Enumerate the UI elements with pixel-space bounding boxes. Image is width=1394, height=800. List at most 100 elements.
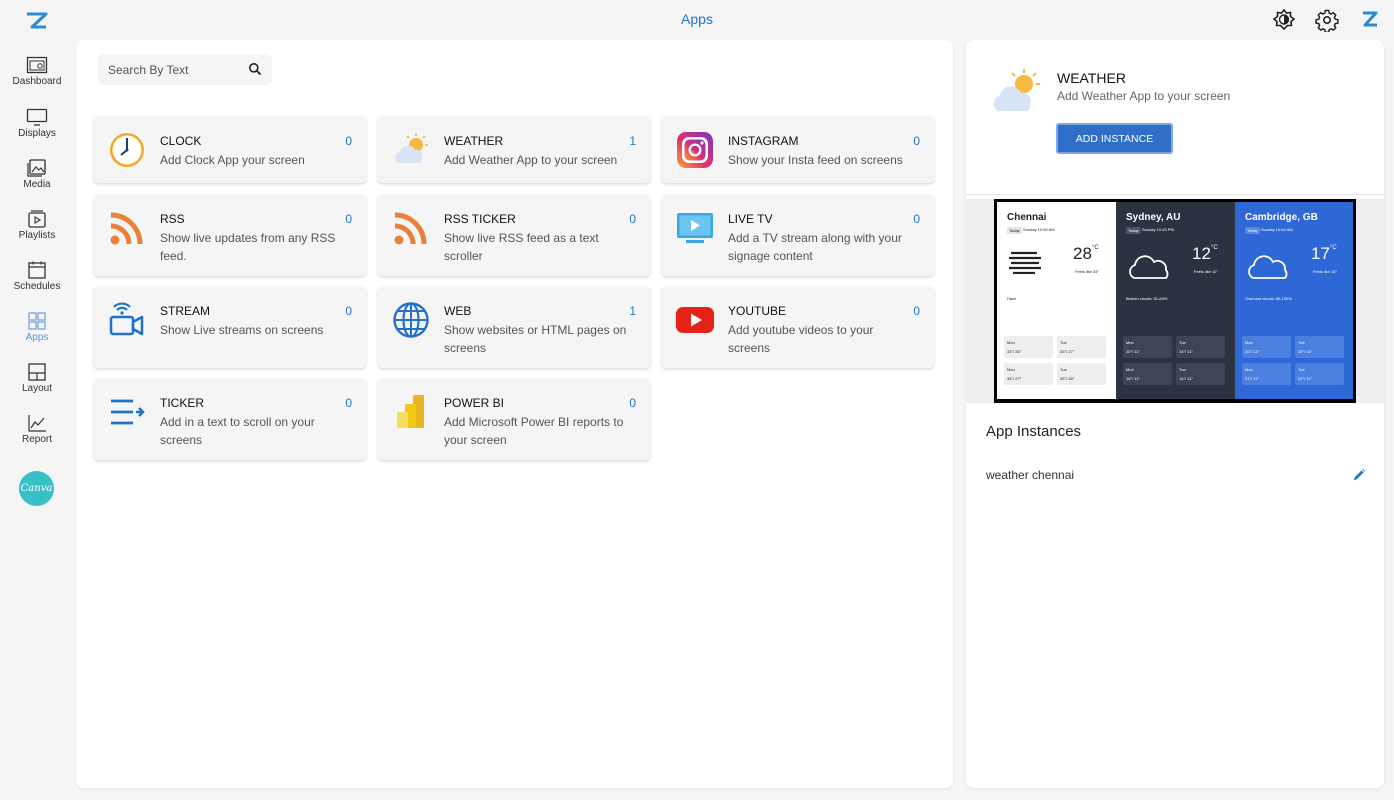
app-card-power-bi[interactable]: POWER BI Add Microsoft Power BI reports … bbox=[378, 379, 650, 460]
app-card-count: 0 bbox=[913, 134, 920, 148]
app-card-count: 0 bbox=[629, 396, 636, 410]
forecast-day: Mon bbox=[1007, 367, 1015, 372]
search-icon[interactable] bbox=[248, 62, 262, 76]
youtube-icon bbox=[676, 307, 714, 333]
forecast-day: Tue bbox=[1179, 340, 1186, 345]
app-card-count: 0 bbox=[345, 134, 352, 148]
app-card-title: RSS TICKER bbox=[444, 212, 516, 226]
clock-icon bbox=[110, 133, 144, 167]
app-card-weather[interactable]: WEATHER Add Weather App to your screen 1 bbox=[378, 117, 650, 183]
dashboard-icon bbox=[26, 56, 48, 74]
sidebar-item-report[interactable]: Report bbox=[0, 414, 74, 460]
sidebar-item-label: Media bbox=[23, 179, 51, 190]
app-card-youtube[interactable]: YOUTUBE Add youtube videos to your scree… bbox=[662, 287, 934, 368]
forecast-day: Tue bbox=[1298, 340, 1305, 345]
sidebar-item-label: Report bbox=[21, 434, 52, 445]
preview-today-chip: Today bbox=[1007, 227, 1022, 234]
weather-icon bbox=[395, 133, 428, 163]
forecast-cell: Tue 14°/ 11° bbox=[1176, 336, 1225, 358]
preview-condition: Broken clouds: 51-84% bbox=[1126, 296, 1168, 301]
app-card-desc: Show websites or HTML pages on screens bbox=[444, 323, 627, 355]
forecast-temp: 33°/ 26° bbox=[1007, 349, 1022, 354]
app-card-desc: Show Live streams on screens bbox=[160, 323, 324, 337]
app-card-count: 1 bbox=[629, 304, 636, 318]
preview-temp: 17°C bbox=[1311, 244, 1337, 264]
apps-panel: CLOCK Add Clock App your screen 0 WEATHE… bbox=[76, 40, 953, 788]
app-card-count: 0 bbox=[345, 304, 352, 318]
sidebar-item-dashboard[interactable]: Dashboard bbox=[0, 56, 74, 102]
preview-time: Sunday 10:50 AM bbox=[1023, 227, 1055, 232]
playlist-icon bbox=[28, 210, 46, 228]
preview-city-cambridge: Cambridge, GB Today Sunday 10:54 AM 17°C… bbox=[1235, 202, 1353, 399]
app-card-instagram[interactable]: INSTAGRAM Show your Insta feed on screen… bbox=[662, 117, 934, 183]
preview-city: Chennai bbox=[1007, 212, 1047, 223]
edit-pencil-icon[interactable] bbox=[1352, 468, 1366, 482]
preview-temp-value: 28 bbox=[1073, 244, 1092, 263]
preview-city-sydney: Sydney, AU Today Sunday 10:20 PM 12°C Fe… bbox=[1116, 202, 1235, 399]
preview-today-chip: Today bbox=[1245, 227, 1260, 234]
app-card-web[interactable]: WEB Show websites or HTML pages on scree… bbox=[378, 287, 650, 368]
app-card-ticker[interactable]: TICKER Add in a text to scroll on your s… bbox=[94, 379, 366, 460]
app-card-live-tv[interactable]: LIVE TV Add a TV stream along with your … bbox=[662, 195, 934, 276]
search-input[interactable] bbox=[108, 60, 238, 80]
preview-condition: Haze bbox=[1007, 296, 1017, 301]
app-card-clock[interactable]: CLOCK Add Clock App your screen 0 bbox=[94, 117, 366, 183]
preview-city: Cambridge, GB bbox=[1245, 212, 1318, 223]
sidebar-item-playlists[interactable]: Playlists bbox=[0, 210, 74, 256]
sidebar-item-media[interactable]: Media bbox=[0, 159, 74, 205]
preview-time: Sunday 10:20 PM bbox=[1142, 227, 1174, 232]
monitor-icon bbox=[26, 108, 48, 126]
preview-temp-unit: °C bbox=[1210, 245, 1218, 251]
add-instance-button[interactable]: ADD INSTANCE bbox=[1056, 123, 1173, 154]
preview-temp-unit: °C bbox=[1329, 245, 1337, 251]
app-card-rss[interactable]: RSS Show live updates from any RSS feed.… bbox=[94, 195, 366, 276]
forecast-temp: 33°/ 28° bbox=[1060, 376, 1075, 381]
sidebar-item-label: Displays bbox=[18, 128, 56, 139]
instance-item[interactable]: weather chennai bbox=[986, 468, 1074, 482]
stream-icon bbox=[109, 302, 144, 336]
preview-temp-unit: °C bbox=[1091, 245, 1099, 251]
rss-icon bbox=[110, 212, 143, 245]
instances-heading: App Instances bbox=[986, 423, 1082, 440]
layout-icon bbox=[28, 363, 46, 381]
page-title: Apps bbox=[681, 11, 713, 27]
theme-toggle-icon[interactable] bbox=[1272, 8, 1296, 32]
user-avatar-icon[interactable] bbox=[1358, 8, 1382, 32]
app-card-desc: Show live updates from any RSS feed. bbox=[160, 231, 336, 263]
sidebar-item-layout[interactable]: Layout bbox=[0, 363, 74, 409]
top-bar: Apps bbox=[0, 0, 1394, 40]
sidebar-item-apps[interactable]: Apps bbox=[0, 312, 74, 358]
app-card-count: 0 bbox=[913, 304, 920, 318]
preview-temp-value: 12 bbox=[1192, 244, 1211, 263]
forecast-cell: Mon 20°/ 11° bbox=[1123, 336, 1172, 358]
detail-desc: Add Weather App to your screen bbox=[1057, 89, 1231, 103]
preview-city-chennai: Chennai Today Sunday 10:50 AM 28°C Feels… bbox=[997, 202, 1116, 399]
app-card-title: YOUTUBE bbox=[728, 304, 787, 318]
weather-preview: Chennai Today Sunday 10:50 AM 28°C Feels… bbox=[966, 199, 1384, 403]
forecast-cell: Tue 21°/ 11° bbox=[1295, 363, 1344, 385]
app-card-title: LIVE TV bbox=[728, 212, 773, 226]
preview-temp: 12°C bbox=[1192, 244, 1218, 264]
forecast-day: Tue bbox=[1060, 367, 1067, 372]
forecast-temp: 20°/ 11° bbox=[1298, 349, 1313, 354]
forecast-cell: Tue 33°/ 27° bbox=[1057, 336, 1106, 358]
rss-ticker-icon bbox=[394, 212, 427, 245]
sidebar-item-schedules[interactable]: Schedules bbox=[0, 261, 74, 307]
app-card-title: WEATHER bbox=[444, 134, 504, 148]
canva-button[interactable]: Canva bbox=[19, 471, 54, 506]
sidebar-item-displays[interactable]: Displays bbox=[0, 108, 74, 154]
app-card-count: 1 bbox=[629, 134, 636, 148]
gear-icon[interactable] bbox=[1315, 8, 1339, 32]
sidebar-item-label: Playlists bbox=[18, 230, 56, 241]
app-card-desc: Show live RSS feed as a text scroller bbox=[444, 231, 599, 263]
detail-title: WEATHER bbox=[1057, 70, 1126, 86]
app-card-rss-ticker[interactable]: RSS TICKER Show live RSS feed as a text … bbox=[378, 195, 650, 276]
app-card-desc: Add Weather App to your screen bbox=[444, 153, 618, 167]
forecast-day: Mon bbox=[1245, 340, 1253, 345]
forecast-temp: 33°/ 27° bbox=[1060, 349, 1075, 354]
app-card-stream[interactable]: STREAM Show Live streams on screens 0 bbox=[94, 287, 366, 368]
forecast-cell: Mon 34°/ 27° bbox=[1004, 363, 1053, 385]
app-card-desc: Add Microsoft Power BI reports to your s… bbox=[444, 415, 624, 447]
forecast-cell: Tue 20°/ 11° bbox=[1295, 336, 1344, 358]
app-card-title: TICKER bbox=[160, 396, 205, 410]
